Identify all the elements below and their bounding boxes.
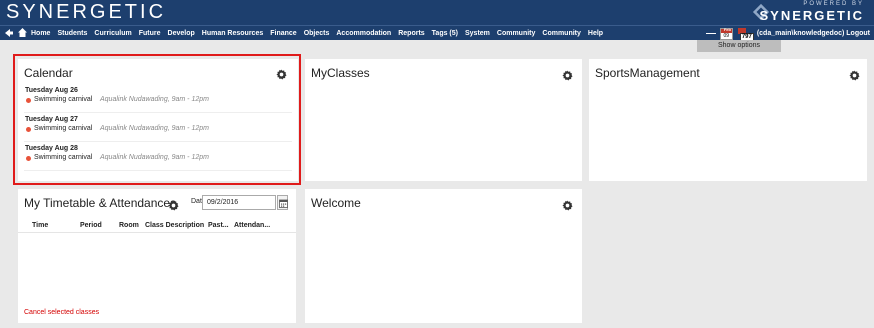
welcome-settings-gear-icon[interactable]	[562, 200, 573, 211]
column-header-past[interactable]: Past...	[208, 222, 229, 229]
nav-item-community[interactable]: Community	[497, 26, 543, 41]
main-nav: Home Students Curriculum Future Develop …	[0, 25, 874, 41]
welcome-panel: Welcome	[305, 189, 582, 323]
nav-item-system[interactable]: System	[465, 26, 497, 41]
sports-settings-gear-icon[interactable]	[849, 70, 860, 81]
home-icon[interactable]	[17, 27, 28, 38]
show-options-button[interactable]: Show options	[697, 40, 781, 52]
nav-item-curriculum[interactable]: Curriculum	[94, 26, 138, 41]
column-header-time[interactable]: Time	[32, 222, 48, 229]
calendar-entry[interactable]: Tuesday Aug 28 Swimming carnival Aqualin…	[24, 145, 292, 171]
calendar-entry[interactable]: Tuesday Aug 27 Swimming carnival Aqualin…	[24, 116, 292, 142]
calendar-entry-location: Aqualink Nudawading, 9am - 12pm	[100, 154, 209, 161]
nav-right: Feb 09 797 (cda_main\knowledgedoc) Logou…	[705, 26, 870, 41]
column-header-room[interactable]: Room	[119, 222, 139, 229]
event-dot-icon	[26, 98, 31, 103]
powered-by-logo: POWERED BY SYNERGETIC	[748, 1, 868, 23]
nav-items: Home Students Curriculum Future Develop …	[31, 26, 610, 41]
nav-item-develop[interactable]: Develop	[168, 26, 202, 41]
calendar-entry-location: Aqualink Nudawading, 9am - 12pm	[100, 96, 209, 103]
nav-item-community-2[interactable]: Community	[542, 26, 588, 41]
column-header-period[interactable]: Period	[80, 222, 102, 229]
date-input[interactable]: 09/2/2016	[202, 195, 276, 210]
calendar-entry-event: Swimming carnival	[34, 96, 93, 103]
timetable-panel: My Timetable & Attendances Date: 09/2/20…	[18, 189, 296, 323]
nav-item-accommodation[interactable]: Accommodation	[336, 26, 398, 41]
nav-item-students[interactable]: Students	[57, 26, 94, 41]
calendar-icon	[279, 199, 288, 208]
sportsmanagement-panel: SportsManagement	[589, 59, 867, 181]
welcome-title: Welcome	[311, 196, 361, 210]
date-picker-button[interactable]	[277, 195, 288, 210]
column-header-class-description[interactable]: Class Description	[145, 222, 204, 229]
nav-item-reports[interactable]: Reports	[398, 26, 431, 41]
calendar-entry-event: Swimming carnival	[34, 154, 93, 161]
timetable-table-header: Time Period Room Class Description Past.…	[18, 219, 296, 233]
nav-item-home[interactable]: Home	[31, 26, 57, 41]
myclasses-title: MyClasses	[311, 66, 370, 80]
myclasses-panel: MyClasses	[305, 59, 582, 181]
calendar-title: Calendar	[24, 66, 73, 80]
sportsmanagement-title: SportsManagement	[595, 66, 700, 80]
nav-item-objects[interactable]: Objects	[304, 26, 337, 41]
user-logout-link[interactable]: (cda_main\knowledgedoc) Logout	[757, 30, 870, 37]
calendar-badge-month: Feb	[723, 26, 731, 32]
calendar-settings-gear-icon[interactable]	[276, 69, 287, 80]
calendar-badge-icon[interactable]: Feb 09	[719, 26, 733, 40]
powered-by-text: POWERED BY	[803, 1, 864, 7]
calendar-entry-date: Tuesday Aug 28	[25, 145, 78, 152]
synergetic-logo: SYNERGETIC	[6, 1, 167, 23]
timetable-settings-gear-icon[interactable]	[168, 200, 179, 211]
cancel-selected-classes-link[interactable]: Cancel selected classes	[24, 309, 99, 316]
nav-item-help[interactable]: Help	[588, 26, 610, 41]
calendar-entry[interactable]: Tuesday Aug 26 Swimming carnival Aqualin…	[24, 87, 292, 113]
calendar-entry-location: Aqualink Nudawading, 9am - 12pm	[100, 125, 209, 132]
timetable-title: My Timetable & Attendances	[24, 196, 177, 210]
notification-flag-icon[interactable]: 797	[737, 27, 754, 41]
event-dot-icon	[26, 156, 31, 161]
calendar-entry-event: Swimming carnival	[34, 125, 93, 132]
powered-name-text: SYNERGETIC	[759, 8, 864, 23]
myclasses-settings-gear-icon[interactable]	[562, 70, 573, 81]
calendar-badge-day: 09	[723, 32, 730, 39]
nav-item-future[interactable]: Future	[139, 26, 168, 41]
nav-item-finance[interactable]: Finance	[270, 26, 303, 41]
app-header: SYNERGETIC POWERED BY SYNERGETIC	[0, 0, 874, 25]
calendar-entry-date: Tuesday Aug 27	[25, 116, 78, 123]
minimize-dash-icon[interactable]	[705, 33, 716, 34]
column-header-attendance[interactable]: Attendan...	[234, 222, 270, 229]
back-arrow-icon[interactable]	[4, 28, 14, 38]
calendar-entry-date: Tuesday Aug 26	[25, 87, 78, 94]
nav-item-tags[interactable]: Tags (5)	[432, 26, 465, 41]
event-dot-icon	[26, 127, 31, 132]
nav-item-human-resources[interactable]: Human Resources	[202, 26, 270, 41]
calendar-panel: Calendar Tuesday Aug 26 Swimming carniva…	[18, 59, 298, 181]
